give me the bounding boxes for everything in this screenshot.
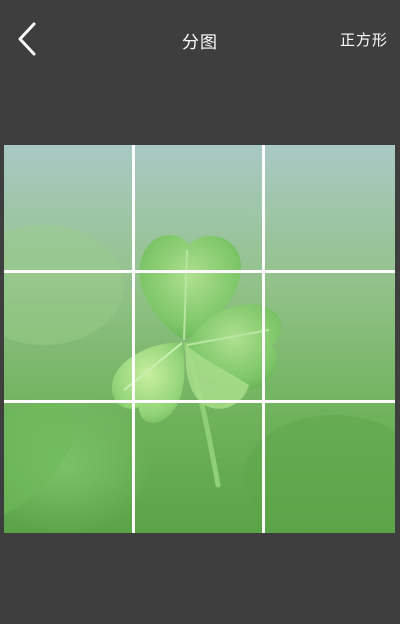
top-bar: 分图 正方形 bbox=[0, 0, 400, 80]
photo-grid-preview[interactable] bbox=[4, 145, 395, 533]
aspect-ratio-button[interactable]: 正方形 bbox=[340, 29, 388, 50]
split-image-screen: 分图 正方形 bbox=[0, 0, 400, 624]
grid-line-horizontal-1 bbox=[4, 270, 395, 273]
grid-line-vertical-2 bbox=[262, 145, 265, 533]
grid-line-vertical-1 bbox=[132, 145, 135, 533]
clover-photo bbox=[4, 145, 395, 533]
grid-line-horizontal-2 bbox=[4, 400, 395, 403]
